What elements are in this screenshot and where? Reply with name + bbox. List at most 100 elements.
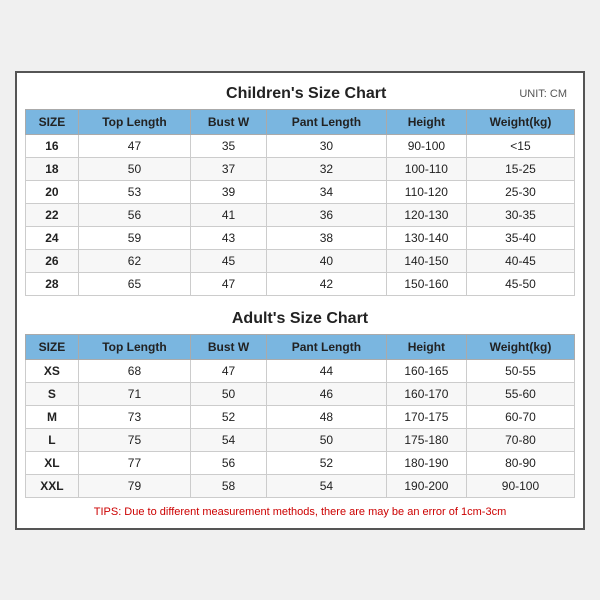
- table-cell: 90-100: [466, 474, 574, 497]
- table-cell: XL: [26, 451, 79, 474]
- table-cell: 77: [78, 451, 190, 474]
- table-cell: 43: [191, 226, 267, 249]
- adult-title: Adult's Size Chart: [33, 310, 567, 328]
- table-row: 26624540140-15040-45: [26, 249, 575, 272]
- table-cell: 52: [191, 405, 267, 428]
- table-cell: 65: [78, 272, 190, 295]
- table-cell: 46: [266, 382, 386, 405]
- table-cell: 30-35: [466, 203, 574, 226]
- table-cell: 38: [266, 226, 386, 249]
- table-cell: 24: [26, 226, 79, 249]
- table-cell: 56: [78, 203, 190, 226]
- adult-col-toplength: Top Length: [78, 334, 190, 359]
- children-col-bustw: Bust W: [191, 109, 267, 134]
- adult-section: Adult's Size Chart SIZE Top Length Bust …: [25, 306, 575, 498]
- children-col-height: Height: [386, 109, 466, 134]
- table-cell: 100-110: [386, 157, 466, 180]
- children-title-row: Children's Size Chart UNIT: CM: [25, 81, 575, 109]
- table-cell: 28: [26, 272, 79, 295]
- children-title: Children's Size Chart: [93, 85, 519, 103]
- adult-col-height: Height: [386, 334, 466, 359]
- tips-text: TIPS: Due to different measurement metho…: [25, 504, 575, 520]
- adult-col-pantlength: Pant Length: [266, 334, 386, 359]
- chart-wrapper: Children's Size Chart UNIT: CM SIZE Top …: [15, 71, 585, 530]
- table-cell: 56: [191, 451, 267, 474]
- table-cell: 62: [78, 249, 190, 272]
- table-cell: S: [26, 382, 79, 405]
- table-row: XXL795854190-20090-100: [26, 474, 575, 497]
- table-row: XL775652180-19080-90: [26, 451, 575, 474]
- adult-col-weight: Weight(kg): [466, 334, 574, 359]
- table-cell: L: [26, 428, 79, 451]
- table-cell: 54: [191, 428, 267, 451]
- table-cell: 130-140: [386, 226, 466, 249]
- table-cell: 40: [266, 249, 386, 272]
- table-row: 22564136120-13030-35: [26, 203, 575, 226]
- table-cell: XXL: [26, 474, 79, 497]
- table-cell: 25-30: [466, 180, 574, 203]
- table-cell: <15: [466, 134, 574, 157]
- children-header-row: SIZE Top Length Bust W Pant Length Heigh…: [26, 109, 575, 134]
- table-cell: 75: [78, 428, 190, 451]
- table-row: 24594338130-14035-40: [26, 226, 575, 249]
- children-col-pantlength: Pant Length: [266, 109, 386, 134]
- table-cell: 45-50: [466, 272, 574, 295]
- table-cell: 190-200: [386, 474, 466, 497]
- table-cell: 50-55: [466, 359, 574, 382]
- table-cell: 18: [26, 157, 79, 180]
- table-row: XS684744160-16550-55: [26, 359, 575, 382]
- table-row: 28654742150-16045-50: [26, 272, 575, 295]
- table-row: 18503732100-11015-25: [26, 157, 575, 180]
- table-cell: 79: [78, 474, 190, 497]
- table-row: 20533934110-12025-30: [26, 180, 575, 203]
- table-cell: 50: [78, 157, 190, 180]
- adult-body: XS684744160-16550-55S715046160-17055-60M…: [26, 359, 575, 497]
- table-cell: M: [26, 405, 79, 428]
- table-cell: 55-60: [466, 382, 574, 405]
- table-cell: 44: [266, 359, 386, 382]
- table-cell: 34: [266, 180, 386, 203]
- table-cell: 50: [266, 428, 386, 451]
- table-cell: 35-40: [466, 226, 574, 249]
- adult-col-bustw: Bust W: [191, 334, 267, 359]
- table-cell: 47: [78, 134, 190, 157]
- children-col-size: SIZE: [26, 109, 79, 134]
- table-row: 1647353090-100<15: [26, 134, 575, 157]
- table-cell: 68: [78, 359, 190, 382]
- table-cell: 50: [191, 382, 267, 405]
- table-row: L755450175-18070-80: [26, 428, 575, 451]
- table-cell: 70-80: [466, 428, 574, 451]
- table-cell: 42: [266, 272, 386, 295]
- table-cell: 16: [26, 134, 79, 157]
- table-cell: 175-180: [386, 428, 466, 451]
- table-cell: 140-150: [386, 249, 466, 272]
- table-cell: 71: [78, 382, 190, 405]
- table-cell: 36: [266, 203, 386, 226]
- table-cell: 48: [266, 405, 386, 428]
- table-cell: 60-70: [466, 405, 574, 428]
- table-cell: 35: [191, 134, 267, 157]
- table-cell: 170-175: [386, 405, 466, 428]
- unit-label: UNIT: CM: [519, 88, 567, 100]
- table-cell: 73: [78, 405, 190, 428]
- table-cell: 45: [191, 249, 267, 272]
- table-cell: 22: [26, 203, 79, 226]
- table-cell: 160-165: [386, 359, 466, 382]
- adult-table: SIZE Top Length Bust W Pant Length Heigh…: [25, 334, 575, 498]
- table-cell: 110-120: [386, 180, 466, 203]
- table-cell: 30: [266, 134, 386, 157]
- children-table: SIZE Top Length Bust W Pant Length Heigh…: [25, 109, 575, 296]
- table-cell: 53: [78, 180, 190, 203]
- table-cell: 47: [191, 359, 267, 382]
- table-cell: 90-100: [386, 134, 466, 157]
- adult-title-row: Adult's Size Chart: [25, 306, 575, 334]
- table-cell: 80-90: [466, 451, 574, 474]
- table-cell: 58: [191, 474, 267, 497]
- table-cell: 160-170: [386, 382, 466, 405]
- adult-col-size: SIZE: [26, 334, 79, 359]
- table-cell: 180-190: [386, 451, 466, 474]
- table-cell: 20: [26, 180, 79, 203]
- table-cell: XS: [26, 359, 79, 382]
- table-cell: 54: [266, 474, 386, 497]
- table-cell: 32: [266, 157, 386, 180]
